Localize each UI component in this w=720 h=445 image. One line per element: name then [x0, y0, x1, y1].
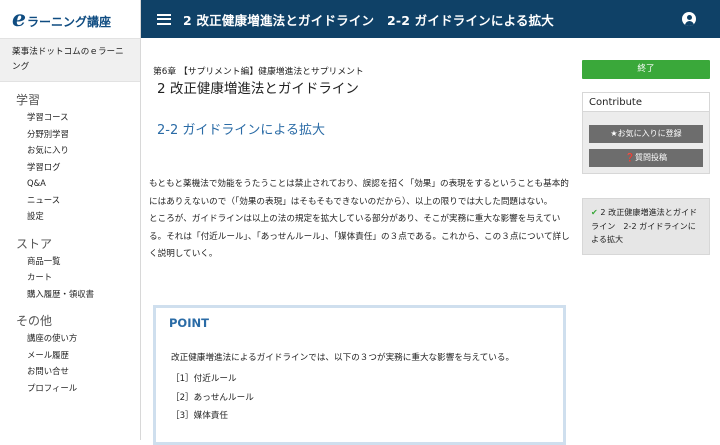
logo-e: e [12, 6, 26, 32]
sidebar-item-settings[interactable]: 設定 [0, 208, 140, 225]
section-title: 2-2 ガイドラインによる拡大 [157, 123, 325, 138]
check-icon: ✔ [591, 207, 598, 217]
point-box: POINT 改正健康増進法によるガイドラインでは、以下の３つが実務に重大な影響を… [153, 305, 566, 445]
point-item: ［3］媒体責任 [171, 411, 229, 421]
sidebar-item-products[interactable]: 商品一覧 [0, 253, 140, 270]
page-title: 2 改正健康増進法とガイドライン [157, 81, 359, 97]
site-logo[interactable]: e ラーニング講座 [0, 0, 140, 38]
sidebar-item-field-study[interactable]: 分野別学習 [0, 126, 140, 143]
sidebar-item-courses[interactable]: 学習コース [0, 109, 140, 126]
sidebar-item-how-to-use[interactable]: 講座の使い方 [0, 330, 140, 347]
point-lead: 改正健康増進法によるガイドラインでは、以下の３つが実務に重大な影響を与えている。 [171, 353, 515, 363]
main-content: 第6章 【サプリメント編】健康増進法とサプリメント 2 改正健康増進法とガイドラ… [141, 38, 581, 445]
sidebar-item-study-log[interactable]: 学習ログ [0, 159, 140, 176]
sidebar-item-profile[interactable]: プロフィール [0, 380, 140, 397]
sidebar-item-favorites[interactable]: お気に入り [0, 142, 140, 159]
site-title[interactable]: 薬事法ドットコムのｅラーニング [0, 38, 140, 82]
sidebar-item-purchase-history[interactable]: 購入履歴・領収書 [0, 286, 140, 303]
paragraph: もともと薬機法で効能をうたうことは禁止されており、誤認を招く「効果」の表現をする… [149, 179, 569, 207]
point-list: ［1］付近ルール ［2］あっせんルール ［3］媒体責任 [171, 370, 254, 426]
point-item: ［2］あっせんルール [171, 392, 254, 403]
chapter-label: 第6章 【サプリメント編】健康増進法とサプリメント [153, 67, 364, 77]
sidebar-item-contact[interactable]: お問い合せ [0, 363, 140, 380]
paragraph: ところが、ガイドラインは以上の法の規定を拡大している部分があり、そこが実務に重大… [149, 214, 570, 259]
top-bar: 2 改正健康増進法とガイドライン 2-2 ガイドラインによる拡大 [141, 0, 720, 38]
toc-item-label: 2 改正健康増進法とガイドライン 2-2 ガイドラインによる拡大 [591, 207, 698, 244]
toc-item-current[interactable]: ✔ 2 改正健康増進法とガイドライン 2-2 ガイドラインによる拡大 [582, 198, 710, 255]
point-title: POINT [169, 316, 209, 330]
post-question-button[interactable]: ❓質問投稿 [589, 149, 703, 167]
sidebar-item-mail-history[interactable]: メール履歴 [0, 347, 140, 364]
sidebar: e ラーニング講座 薬事法ドットコムのｅラーニング 学習 学習コース 分野別学習… [0, 0, 141, 440]
header-title: 2 改正健康増進法とガイドライン 2-2 ガイドラインによる拡大 [183, 12, 555, 28]
nav-heading-other: その他 [16, 314, 53, 328]
sidebar-item-cart[interactable]: カート [0, 269, 140, 286]
sidebar-item-qa[interactable]: Q&A [0, 175, 140, 192]
logo-text: ラーニング講座 [27, 14, 112, 29]
add-favorite-button[interactable]: ★お気に入りに登録 [589, 125, 703, 143]
lesson-body: もともと薬機法で効能をうたうことは禁止されており、誤認を招く「効果」の表現をする… [149, 176, 575, 264]
menu-icon[interactable] [157, 11, 171, 27]
contribute-panel: Contribute ★お気に入りに登録 ❓質問投稿 [582, 92, 710, 174]
point-item: ［1］付近ルール [171, 374, 237, 384]
nav-heading-store: ストア [16, 236, 53, 251]
user-account-icon[interactable] [682, 12, 696, 26]
sidebar-item-news[interactable]: ニュース [0, 192, 140, 209]
contribute-title: Contribute [583, 93, 709, 112]
nav-heading-study: 学習 [16, 93, 41, 107]
finish-button[interactable]: 終了 [582, 60, 710, 79]
